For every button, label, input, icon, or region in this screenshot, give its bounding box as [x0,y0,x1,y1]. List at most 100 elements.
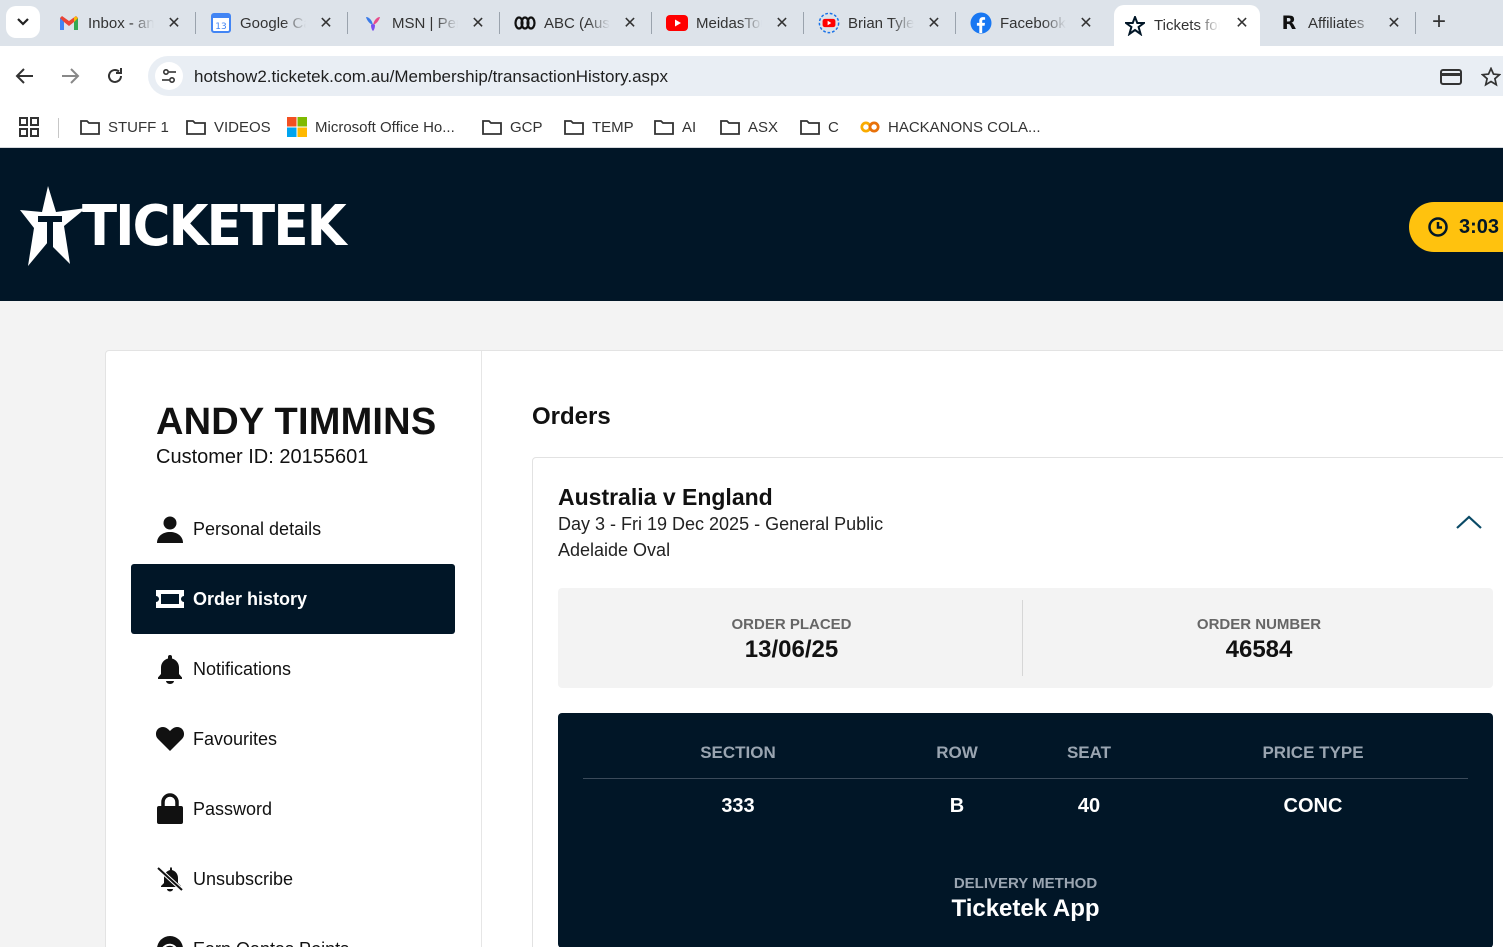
bookmark-label: TEMP [592,118,634,136]
menu-label: Earn Qantas Points [193,939,349,947]
site-header: TICKETEK 3:03 [0,148,1503,301]
folder-icon [564,118,584,136]
svg-text:13: 13 [215,22,226,32]
tab-title: Brian Tyler [848,14,914,32]
bookmark-label: ASX [748,118,779,136]
bookmark-hackanons-colab[interactable]: HACKANONS COLA... [860,114,1041,140]
close-tab-icon[interactable]: ✕ [1076,13,1096,33]
tab-separator [499,12,500,34]
apps-button[interactable] [18,114,40,140]
menu-label: Favourites [193,728,278,749]
forward-button[interactable] [55,61,85,91]
ticket-details-panel: SECTION ROW SEAT PRICE TYPE 333 B 40 CON… [558,713,1493,947]
url-text[interactable]: hotshow2.ticketek.com.au/Membership/tran… [194,67,668,87]
tab-title: MSN | Personalized [392,14,458,32]
tab-separator [1415,12,1416,34]
collapse-order-button[interactable] [1453,510,1485,534]
star-icon[interactable] [1480,66,1502,88]
address-bar[interactable]: hotshow2.ticketek.com.au/Membership/tran… [148,56,1503,96]
menu-item-unsubscribe[interactable]: Unsubscribe [131,844,455,914]
close-tab-icon[interactable]: ✕ [164,13,184,33]
order-number-label: ORDER NUMBER [1196,616,1322,633]
bookmark-label: VIDEOS [214,118,271,136]
chevron-down-icon [17,18,29,26]
folder-icon [482,118,502,136]
browser-tab-google-calendar[interactable]: 13 Google Calendar ✕ [200,5,344,41]
youtube-icon [666,12,688,34]
bookmark-microsoft-office[interactable]: Microsoft Office Ho... [287,114,455,140]
bookmark-label: STUFF 1 [108,118,169,136]
bookmark-folder-ai[interactable]: AI [654,114,696,140]
tab-title: ABC (Australian [544,14,610,32]
tab-title: Inbox - andy [88,14,154,32]
order-number-value: 46584 [1225,636,1293,663]
seat-value: 40 [1077,795,1101,817]
new-tab-button[interactable]: + [1426,8,1452,36]
browser-toolbar: hotshow2.ticketek.com.au/Membership/tran… [0,46,1503,106]
bookmark-folder-temp[interactable]: TEMP [564,114,634,140]
menu-label: Order history [193,588,308,609]
reload-button[interactable] [100,61,130,91]
order-placed-value: 13/06/25 [744,636,839,663]
bookmark-folder-gcp[interactable]: GCP [482,114,543,140]
r-icon: R [1281,12,1297,34]
folder-icon [800,118,820,136]
plus-icon: + [1431,8,1446,35]
menu-item-personal-details[interactable]: Personal details [131,494,455,564]
menu-item-favourites[interactable]: Favourites [131,704,455,774]
bell-off-icon [155,864,185,894]
browser-tab-affiliates[interactable]: R Affiliates ✕ [1268,5,1412,41]
arrow-left-icon [15,68,33,84]
close-tab-icon[interactable]: ✕ [1232,13,1252,33]
delivery-method-value: Ticketek App [951,895,1100,922]
event-title: Australia v England [558,484,773,510]
tab-separator [803,12,804,34]
back-button[interactable] [10,61,40,91]
close-tab-icon[interactable]: ✕ [316,13,336,33]
reload-icon [108,68,122,83]
tab-separator [955,12,956,34]
folder-icon [654,118,674,136]
card-icon[interactable] [1440,66,1462,88]
folder-icon [720,118,740,136]
bookmark-folder-videos[interactable]: VIDEOS [186,114,271,140]
site-info-button[interactable] [155,62,183,90]
arrow-right-icon [62,68,80,84]
folder-icon [80,118,100,136]
close-tab-icon[interactable]: ✕ [468,13,488,33]
close-tab-icon[interactable]: ✕ [924,13,944,33]
browser-tab-abc[interactable]: ABC (Australian ✕ [504,5,648,41]
menu-item-notifications[interactable]: Notifications [131,634,455,704]
close-tab-icon[interactable]: ✕ [772,13,792,33]
menu-item-password[interactable]: Password [131,774,455,844]
browser-tab-ticketek[interactable]: Tickets for ✕ [1114,5,1260,46]
menu-item-earn-qantas-points[interactable]: Earn Qantas Points [131,914,455,947]
event-venue: Adelaide Oval [558,540,671,560]
close-tab-icon[interactable]: ✕ [620,13,640,33]
bookmark-folder-stuff1[interactable]: STUFF 1 [80,114,169,140]
browser-tabstrip: Inbox - andy ✕ 13 Google Calendar ✕ MSN … [0,0,1503,46]
browser-tab-brian-tyler[interactable]: Brian Tyler ✕ [808,5,952,41]
tune-icon [162,68,176,84]
bookmark-folder-asx[interactable]: ASX [720,114,778,140]
gmail-icon [58,12,80,34]
ticketek-icon [1124,15,1146,37]
browser-tab-facebook[interactable]: Facebook ✕ [960,5,1104,41]
bookmark-folder-c[interactable]: C [800,114,839,140]
menu-label: Unsubscribe [193,868,294,889]
person-icon [155,514,185,544]
ticketek-logo[interactable]: TICKETEK [18,184,368,268]
timer-value: 3:03 [1459,215,1500,238]
tab-title: Tickets for [1154,17,1220,34]
bookmarks-bar: STUFF 1 VIDEOS Microsoft Office Ho... GC… [0,106,1503,148]
browser-tab-msn[interactable]: MSN | Personalized ✕ [352,5,496,41]
menu-item-order-history[interactable]: Order history [131,564,455,634]
microsoft-icon [287,117,307,137]
browser-tab-gmail[interactable]: Inbox - andy ✕ [48,5,192,41]
lock-icon [155,793,185,824]
tab-title: Google Calendar [240,14,306,32]
tab-search-button[interactable] [6,6,40,38]
close-tab-icon[interactable]: ✕ [1384,13,1404,33]
browser-tab-meidastouch[interactable]: MeidasTouch ✕ [656,5,800,41]
ticketek-star-icon [20,186,86,266]
